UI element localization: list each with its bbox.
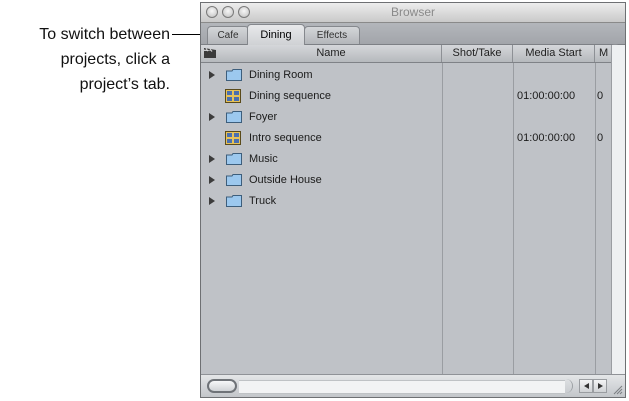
- column-header-name[interactable]: Name: [221, 45, 442, 62]
- callout-text: To switch between projects, click a proj…: [0, 22, 170, 97]
- title-bar[interactable]: Browser: [201, 3, 625, 23]
- disclosure-triangle-icon[interactable]: [209, 176, 215, 184]
- callout-line-3: project’s tab.: [79, 76, 170, 93]
- tab-cafe[interactable]: Cafe: [207, 26, 249, 44]
- item-media-start: 01:00:00:00: [517, 132, 576, 144]
- horizontal-scrollbar[interactable]: [201, 374, 625, 397]
- tab-effects[interactable]: Effects: [304, 26, 360, 44]
- list-item[interactable]: Music: [201, 149, 611, 170]
- item-extra-column: 0: [597, 132, 604, 144]
- item-name: Music: [249, 153, 278, 165]
- sequence-icon: [225, 89, 241, 103]
- list-item[interactable]: Dining sequence 01:00:00:00 0: [201, 86, 611, 107]
- scroll-right-button[interactable]: [593, 379, 607, 393]
- folder-icon: [226, 111, 242, 123]
- item-name: Dining Room: [249, 69, 313, 81]
- column-header-shot-take[interactable]: Shot/Take: [442, 45, 513, 62]
- column-header-media-start[interactable]: Media Start: [513, 45, 595, 62]
- disclosure-triangle-icon[interactable]: [209, 71, 215, 79]
- scroll-track-end: [558, 379, 573, 393]
- horizontal-scroll-track[interactable]: [239, 380, 565, 394]
- item-extra-column: 0: [597, 90, 604, 102]
- list-item[interactable]: Dining Room: [201, 65, 611, 86]
- folder-icon: [226, 195, 242, 207]
- window-title: Browser: [390, 5, 435, 19]
- folder-icon: [226, 153, 242, 165]
- disclosure-triangle-icon[interactable]: [209, 197, 215, 205]
- item-name: Foyer: [249, 111, 278, 123]
- disclosure-triangle-icon[interactable]: [209, 155, 215, 163]
- list-item[interactable]: Intro sequence 01:00:00:00 0: [201, 128, 611, 149]
- vertical-scrollbar[interactable]: [611, 45, 625, 375]
- resize-grip-icon[interactable]: [611, 383, 623, 395]
- sequence-icon: [225, 131, 241, 145]
- item-media-start: 01:00:00:00: [517, 90, 576, 102]
- project-tab-bar: Cafe Effects Dining: [201, 23, 625, 63]
- folder-icon: [226, 69, 242, 81]
- browser-item-list: Dining Room Dining sequence 01:00:00:00 …: [201, 63, 611, 375]
- horizontal-scroll-thumb[interactable]: [207, 379, 237, 393]
- tab-dining[interactable]: Dining: [247, 24, 305, 45]
- scroll-left-button[interactable]: [579, 379, 593, 393]
- list-item[interactable]: Truck: [201, 191, 611, 212]
- item-name: Dining sequence: [249, 90, 331, 102]
- list-item[interactable]: Outside House: [201, 170, 611, 191]
- disclosure-triangle-icon[interactable]: [209, 113, 215, 121]
- item-name: Intro sequence: [249, 132, 322, 144]
- column-header: Name Shot/Take Media Start M: [201, 45, 611, 63]
- callout-line-2: projects, click a: [60, 51, 170, 68]
- clapper-icon: [204, 48, 216, 58]
- item-name: Outside House: [249, 174, 322, 186]
- list-item[interactable]: Foyer: [201, 107, 611, 128]
- browser-window: Browser Cafe Effects Dining Name Shot/Ta…: [200, 2, 626, 398]
- folder-icon: [226, 174, 242, 186]
- callout-line-1: To switch between: [39, 26, 170, 43]
- item-name: Truck: [249, 195, 277, 207]
